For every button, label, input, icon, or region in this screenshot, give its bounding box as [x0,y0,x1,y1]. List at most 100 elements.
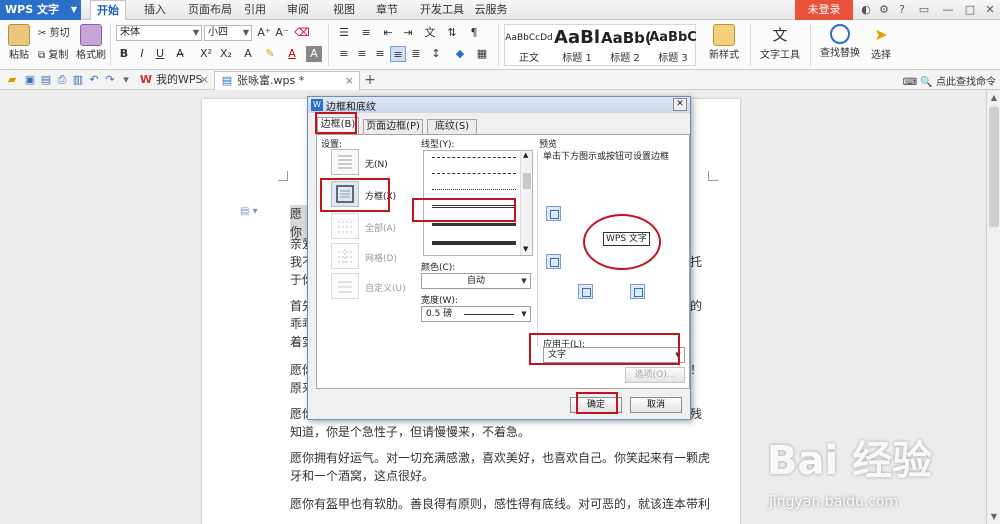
line-style-option[interactable] [432,241,516,245]
line-style-option[interactable] [432,223,516,226]
scroll-up-icon[interactable]: ▲ [987,91,1000,105]
subscript-icon[interactable]: X₂ [218,46,234,62]
line-style-option[interactable] [432,173,516,174]
right-border-button[interactable] [630,284,645,299]
scroll-down-icon[interactable]: ▼ [987,510,1000,524]
line-style-option[interactable] [432,189,516,190]
tab-insert[interactable]: 插入 [140,0,170,20]
apply-to-select[interactable]: 文字 ▼ [543,347,685,363]
scroll-up-icon[interactable]: ▲ [523,151,528,159]
bullet-list-icon[interactable]: ☰ [336,25,352,41]
setting-grid[interactable] [331,243,359,269]
scrollbar-thumb[interactable] [523,173,531,189]
style-heading-3[interactable]: AaBbC 标题 3 [649,25,697,65]
chinese-layout-icon[interactable]: 文 [422,25,438,41]
tab-chapter[interactable]: 章节 [372,0,402,20]
tab-review[interactable]: 审阅 [283,0,313,20]
grow-font-icon[interactable]: A⁺ [256,25,272,41]
font-color-icon[interactable]: A [284,46,300,62]
scrollbar-thumb[interactable] [989,107,999,227]
style-normal[interactable]: AaBbCcDd 正文 [505,25,553,65]
italic-icon[interactable]: I [134,46,150,62]
top-border-button[interactable] [546,206,561,221]
tab-page-border[interactable]: 页面边框(P) [363,119,423,134]
clear-format-icon[interactable]: ⌫ [294,25,310,41]
cut-button[interactable]: ✂ 剪切 [38,24,74,39]
style-heading-2[interactable]: AaBb( 标题 2 [601,25,652,65]
close-icon[interactable]: ✕ [982,2,998,18]
distributed-icon[interactable]: ≣ [408,46,424,62]
left-border-button[interactable] [578,284,593,299]
sort-icon[interactable]: ⇅ [444,25,460,41]
show-marks-icon[interactable]: ¶ [466,25,482,41]
scroll-down-icon[interactable]: ▼ [523,245,528,253]
character-shading-icon[interactable]: A [306,46,322,62]
new-style-button[interactable]: 新样式 [702,24,746,61]
shrink-font-icon[interactable]: A⁻ [274,25,290,41]
bold-icon[interactable]: B [116,46,132,62]
undo-icon[interactable]: ↶ [86,72,102,88]
tab-start[interactable]: 开始 [90,0,126,21]
text-effect-icon[interactable]: A [240,46,256,62]
tab-cloud[interactable]: 云服务 [470,0,512,20]
customize-icon[interactable]: ▾ [118,72,134,88]
open-folder-icon[interactable]: ▰ [4,72,20,88]
print-icon[interactable]: ⎙ [54,72,70,88]
minimize-icon[interactable]: — [940,2,956,18]
select-button[interactable]: ➤ 选择 [866,24,896,61]
color-select[interactable]: 自动 ▼ [421,273,531,289]
setting-custom[interactable] [331,273,359,299]
doc-tab-document[interactable]: ▤ 张咏富.wps * × [214,71,360,90]
paragraph-marker-icon[interactable]: ▤ ▾ [240,206,258,217]
close-icon[interactable]: × [345,72,354,90]
vertical-scrollbar[interactable]: ▲ ▼ [986,91,1000,524]
doc-tab-my-wps[interactable]: W 我的WPS × [134,71,214,90]
borders-icon[interactable]: ▦ [474,46,490,62]
format-painter-button[interactable]: 格式刷 [76,24,106,61]
maximize-icon[interactable]: □ [962,2,978,18]
line-style-option[interactable] [432,157,516,158]
align-right-icon[interactable]: ≡ [372,46,388,62]
underline-icon[interactable]: U [152,46,168,62]
tab-borders[interactable]: 边框(B) [317,117,359,135]
increase-indent-icon[interactable]: ⇥ [400,25,416,41]
setting-none[interactable] [331,149,359,175]
help-icon[interactable]: ? [894,2,910,18]
login-button[interactable]: 未登录 [795,0,853,20]
command-search[interactable]: ⌨ 🔍 点此查找命令 [903,73,996,88]
line-style-option[interactable] [432,205,516,208]
superscript-icon[interactable]: X² [198,46,214,62]
bottom-border-button[interactable] [546,254,561,269]
justify-icon[interactable]: ≡ [390,46,406,62]
app-menu-button[interactable]: WPS 文字 ▼ [0,0,81,20]
export-pdf-icon[interactable]: ▤ [38,72,54,88]
cancel-button[interactable]: 取消 [630,397,682,413]
paste-button[interactable]: 粘贴 [4,24,34,61]
redo-icon[interactable]: ↷ [102,72,118,88]
decrease-indent-icon[interactable]: ⇤ [380,25,396,41]
tab-references[interactable]: 引用 [240,0,270,20]
width-select[interactable]: 0.5 磅 ▼ [421,306,531,322]
style-heading-1[interactable]: AaBl 标题 1 [553,25,601,65]
save-icon[interactable]: ▣ [22,72,38,88]
close-icon[interactable]: ✕ [673,98,687,111]
copy-button[interactable]: ⧉ 复制 [38,46,74,61]
highlight-icon[interactable]: ✎ [262,46,278,62]
find-replace-button[interactable]: 查找替换 [814,24,866,59]
new-tab-icon[interactable]: + [362,72,378,88]
dialog-title-bar[interactable]: W 边框和底纹 ✕ [308,97,690,113]
ok-button[interactable]: 确定 [570,397,622,413]
align-left-icon[interactable]: ≡ [336,46,352,62]
align-center-icon[interactable]: ≡ [354,46,370,62]
setting-box[interactable] [331,181,359,207]
numbered-list-icon[interactable]: ≡ [358,25,374,41]
skin-icon[interactable]: ◐ [858,2,874,18]
print-preview-icon[interactable]: ▥ [70,72,86,88]
line-spacing-icon[interactable]: ↕ [428,46,444,62]
text-tools-button[interactable]: 文 文字工具 [754,24,806,61]
options-button[interactable]: 选项(O)... [625,367,685,383]
shading-icon[interactable]: ◆ [452,46,468,62]
font-name-select[interactable]: 宋体 ▼ [116,25,202,41]
settings-icon[interactable]: ⚙ [876,2,892,18]
close-icon[interactable]: × [200,71,209,89]
